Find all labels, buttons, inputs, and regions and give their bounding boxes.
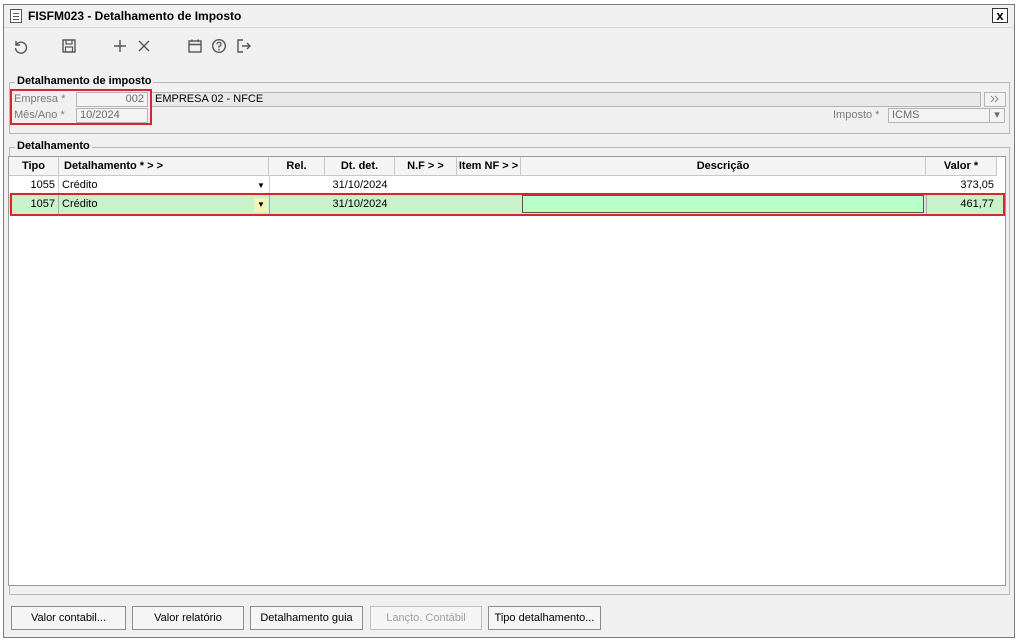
column-header-descricao[interactable]: Descrição <box>521 157 926 176</box>
toolbar <box>4 28 1014 62</box>
imposto-label: Imposto * <box>833 109 880 121</box>
column-header-item-nf[interactable]: Item NF > > <box>457 157 521 176</box>
column-header-nf[interactable]: N.F > > <box>395 157 457 176</box>
column-header-valor[interactable]: Valor * <box>926 157 997 176</box>
document-icon <box>10 9 22 23</box>
imposto-dropdown-icon[interactable]: ▾ <box>989 108 1005 123</box>
tipo-detalhamento-button[interactable]: Tipo detalhamento... <box>488 606 601 630</box>
detalhamento-guia-button[interactable]: Detalhamento guia <box>250 606 363 630</box>
undo-icon[interactable] <box>10 36 30 56</box>
title-bar: FISFM023 - Detalhamento de Imposto x <box>4 5 1014 28</box>
imposto-group: Detalhamento de imposto <box>9 75 1010 134</box>
imposto-group-legend: Detalhamento de imposto <box>15 75 154 87</box>
detalhamento-grid: Tipo Detalhamento * > > Rel. Dt. det. N.… <box>8 156 1006 586</box>
empresa-lookup-button[interactable] <box>984 92 1006 107</box>
calendar-icon[interactable] <box>185 36 205 56</box>
column-header-dt-det[interactable]: Dt. det. <box>325 157 395 176</box>
highlight-box-row <box>10 193 1005 216</box>
add-icon[interactable] <box>110 36 130 56</box>
column-header-rel[interactable]: Rel. <box>269 157 325 176</box>
empresa-name-field: EMPRESA 02 - NFCE <box>151 92 981 107</box>
exit-icon[interactable] <box>234 36 254 56</box>
column-header-detalhamento[interactable]: Detalhamento * > > <box>59 157 269 176</box>
lancto-contabil-button[interactable]: Lançto. Contábil <box>370 606 482 630</box>
close-button[interactable]: x <box>992 8 1008 23</box>
detalhamento-group-legend: Detalhamento <box>15 140 92 152</box>
delete-icon[interactable] <box>134 36 154 56</box>
save-icon[interactable] <box>59 36 79 56</box>
valor-relatorio-button[interactable]: Valor relatório <box>132 606 244 630</box>
help-icon[interactable] <box>209 36 229 56</box>
main-window: FISFM023 - Detalhamento de Imposto x Det… <box>3 4 1015 638</box>
highlight-box-header <box>10 89 152 125</box>
valor-contabil-button[interactable]: Valor contabil... <box>11 606 126 630</box>
chevron-down-icon[interactable]: ▼ <box>254 179 268 193</box>
imposto-select[interactable]: ICMS <box>888 108 990 123</box>
column-header-tipo[interactable]: Tipo <box>9 157 59 176</box>
window-title: FISFM023 - Detalhamento de Imposto <box>28 9 242 23</box>
